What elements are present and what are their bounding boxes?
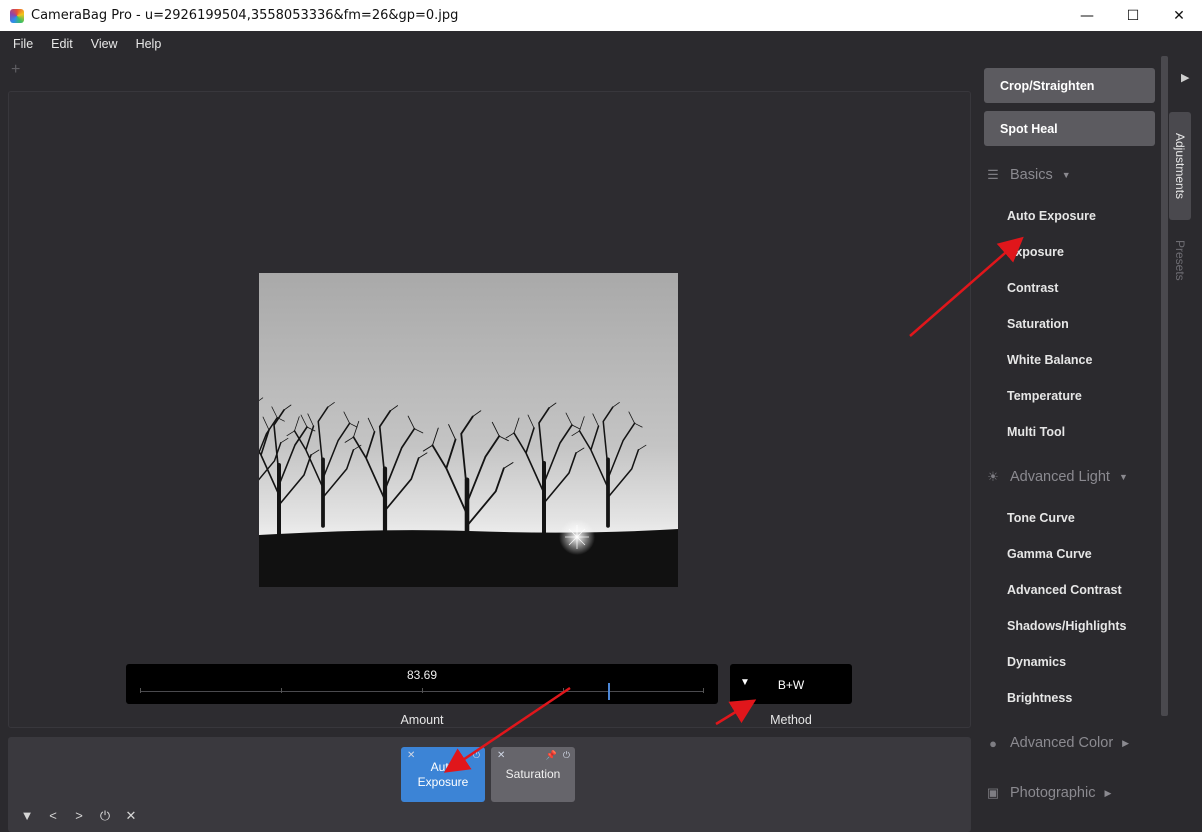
menu-help[interactable]: Help xyxy=(127,37,171,51)
section-advanced-color[interactable]: ● Advanced Color ▶ xyxy=(984,732,1129,754)
app-icon xyxy=(10,8,24,23)
adjustment-white-balance[interactable]: White Balance xyxy=(1007,353,1092,367)
power-icon[interactable]: ⏻ xyxy=(473,748,480,763)
window-title: CameraBag Pro - u=2926199504,3558053336&… xyxy=(31,8,459,23)
maximize-button[interactable]: ☐ xyxy=(1110,0,1156,31)
power-icon[interactable]: ⏻ xyxy=(563,748,570,763)
remove-icon[interactable]: ✕ xyxy=(407,748,415,763)
adjustment-shadows-highlights[interactable]: Shadows/Highlights xyxy=(1007,619,1126,633)
add-image-button[interactable]: + xyxy=(11,61,20,79)
method-dropdown[interactable]: ▼ B+W xyxy=(730,664,852,704)
card-label: Auto Exposure xyxy=(417,759,469,789)
method-label: Method xyxy=(770,713,812,727)
panel-scrollbar[interactable] xyxy=(1161,56,1168,716)
adjustment-temperature[interactable]: Temperature xyxy=(1007,389,1082,403)
slider-tick xyxy=(703,688,704,693)
adjustment-card-auto-exposure[interactable]: ✕ ⏻ Auto Exposure xyxy=(401,747,485,802)
slider-thumb[interactable] xyxy=(608,683,611,700)
caret-down-icon: ▼ xyxy=(1061,170,1071,180)
adjustment-tone-curve[interactable]: Tone Curve xyxy=(1007,511,1075,525)
caret-right-icon: ▶ xyxy=(1122,737,1130,748)
amount-label: Amount xyxy=(400,713,444,727)
section-title: Basics xyxy=(1010,167,1053,183)
sun-icon: ☀ xyxy=(987,469,999,484)
section-photographic[interactable]: ▣ Photographic ▶ xyxy=(984,782,1112,804)
tray-controls: ▼ < > ⏻ ✕ xyxy=(14,808,144,824)
adjustment-tray xyxy=(8,737,971,832)
clear-all-icon[interactable]: ✕ xyxy=(118,808,144,824)
next-icon[interactable]: > xyxy=(66,808,92,824)
menu-edit[interactable]: Edit xyxy=(42,37,82,51)
spot-heal-button[interactable]: Spot Heal xyxy=(984,111,1155,146)
color-circles-icon: ● xyxy=(989,735,997,751)
adjustment-contrast[interactable]: Contrast xyxy=(1007,281,1058,295)
adjustment-exposure[interactable]: Exposure xyxy=(1007,245,1064,259)
caret-down-icon: ▼ xyxy=(740,677,750,688)
power-all-icon[interactable]: ⏻ xyxy=(92,808,118,824)
minimize-button[interactable]: — xyxy=(1064,0,1110,31)
card-label: Saturation xyxy=(505,767,561,781)
amount-slider[interactable]: 83.69 xyxy=(126,664,718,704)
slider-tick xyxy=(140,688,141,693)
collapse-tray-icon[interactable]: ▼ xyxy=(14,808,40,824)
adjustment-multi-tool[interactable]: Multi Tool xyxy=(1007,425,1065,439)
section-advanced-light[interactable]: ☀ Advanced Light ▼ xyxy=(984,466,1128,488)
tab-adjustments[interactable]: Adjustments xyxy=(1169,112,1191,220)
menu-view[interactable]: View xyxy=(82,37,127,51)
slider-tick xyxy=(422,688,423,693)
method-value: B+W xyxy=(777,678,805,692)
section-title: Advanced Light xyxy=(1010,469,1110,485)
close-button[interactable]: ✕ xyxy=(1156,0,1202,31)
camera-icon: ▣ xyxy=(986,785,1000,800)
remove-icon[interactable]: ✕ xyxy=(497,748,505,763)
section-basics[interactable]: ☰ Basics ▼ xyxy=(984,164,1071,186)
window-controls: — ☐ ✕ xyxy=(1064,0,1202,31)
previous-icon[interactable]: < xyxy=(40,808,66,824)
adjustment-saturation[interactable]: Saturation xyxy=(1007,317,1069,331)
caret-right-icon: ▶ xyxy=(1104,787,1112,798)
photo-preview xyxy=(259,273,678,587)
tab-presets[interactable]: Presets xyxy=(1169,230,1191,290)
adjustment-brightness[interactable]: Brightness xyxy=(1007,691,1072,705)
pin-icon[interactable]: 📌 xyxy=(546,748,557,763)
slider-tick xyxy=(563,688,564,693)
sliders-icon: ☰ xyxy=(987,167,999,182)
adjustment-gamma-curve[interactable]: Gamma Curve xyxy=(1007,547,1092,561)
adjustment-advanced-contrast[interactable]: Advanced Contrast xyxy=(1007,583,1122,597)
adjustment-card-saturation[interactable]: ✕ 📌 ⏻ Saturation xyxy=(491,747,575,802)
section-title: Advanced Color xyxy=(1010,735,1114,751)
collapse-panel-icon[interactable]: ▶ xyxy=(1181,71,1189,84)
amount-value: 83.69 xyxy=(406,668,438,682)
slider-tick xyxy=(281,688,282,693)
menu-bar: File Edit View Help xyxy=(0,31,1202,56)
section-title: Photographic xyxy=(1010,785,1096,801)
title-bar: CameraBag Pro - u=2926199504,3558053336&… xyxy=(0,0,1202,31)
adjustment-dynamics[interactable]: Dynamics xyxy=(1007,655,1066,669)
crop-straighten-button[interactable]: Crop/Straighten xyxy=(984,68,1155,103)
adjustment-auto-exposure[interactable]: Auto Exposure xyxy=(1007,209,1096,223)
menu-file[interactable]: File xyxy=(4,37,42,51)
caret-down-icon: ▼ xyxy=(1118,472,1128,482)
